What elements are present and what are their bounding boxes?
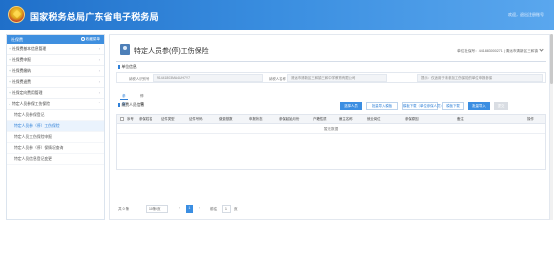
plus-icon: + (9, 58, 12, 62)
page-size-select[interactable]: 10条/页 (146, 205, 168, 213)
download-unit-template-button[interactable]: 模板下载（单位参保人员） (402, 102, 444, 110)
sidebar-item-label: 社保费申报 (12, 58, 31, 62)
col-header: 操作 (527, 117, 534, 121)
col-header: 证件类型 (161, 117, 175, 121)
sidebar-subitem[interactable]: 特定人员信息登记变更 (7, 154, 104, 165)
sidebar-subitem[interactable]: 特定人员参保登记 (7, 110, 104, 121)
sidebar-item-label: 社保定向费用管理 (12, 91, 43, 95)
sidebar-item-label: 社保费基本信息管理 (12, 47, 47, 51)
chevron-right-icon: › (98, 69, 100, 73)
plus-icon: + (9, 80, 12, 84)
tab-stop[interactable]: 停保 (138, 92, 146, 106)
tip-field: 提示：仅适用于未参加工伤保险的单位申报参保 (417, 74, 543, 82)
site-title: 国家税务总局广东省电子税务局 (30, 12, 159, 22)
sidebar-item[interactable]: + 社保定向费用管理 › (7, 88, 104, 99)
user-greeting-link[interactable]: 欢迎，退出注册账号 (508, 12, 544, 18)
select-person-button[interactable]: 选择人员 (340, 102, 362, 110)
chevron-right-icon: › (98, 47, 100, 51)
section-payer-list: 缴费人员信息 (118, 103, 145, 108)
page-title: 特定人员参(停)工伤保险 (134, 48, 209, 55)
chevron-right-icon: › (98, 91, 100, 95)
sidebar-item-label: 社保费缴纳 (12, 69, 31, 73)
col-header: 备注 (457, 117, 464, 121)
taxpayer-id-label: 纳税人识别号 (129, 77, 150, 81)
plus-icon: + (9, 91, 12, 95)
chevron-right-icon: › (98, 80, 100, 84)
chevron-down-icon: ˇ (98, 102, 100, 106)
section-unit-info: 单位信息 (118, 65, 137, 70)
sidebar-item-label: 特定人员参保工伤保险 (12, 102, 50, 106)
total-count: 共 0 条 (118, 207, 130, 211)
submit-button[interactable]: 提交 (494, 102, 508, 110)
batch-import-button[interactable]: 批量导入 (468, 102, 490, 110)
col-header: 参保原因 (405, 117, 419, 121)
plus-icon: + (9, 47, 12, 51)
plus-icon: + (9, 69, 12, 73)
pagination: 共 0 条 10条/页 ‹ 1 › 前往 1 页 (116, 205, 546, 215)
sidebar-item[interactable]: + 社保费基本信息管理 › (7, 44, 104, 55)
col-header: 证件号码 (189, 117, 203, 121)
sidebar-subitem[interactable]: 特定人员工伤保险申报 (7, 132, 104, 143)
payer-table: 序号 参保姓名 证件类型 证件号码 缴费基数 申报状态 参保起始月份 户籍性质 … (116, 114, 546, 170)
divider (116, 61, 546, 62)
sidebar-item[interactable]: + 社保费缴纳 › (7, 66, 104, 77)
col-header: 申报状态 (249, 117, 263, 121)
tab-enroll[interactable]: 参保 (120, 92, 128, 106)
chevron-right-icon: › (98, 58, 100, 62)
minus-icon: - (9, 102, 11, 106)
favorite-menu-button[interactable]: 收藏菜单 (80, 35, 100, 44)
col-header: 雇主名称 (339, 117, 353, 121)
col-header: 序号 (127, 117, 134, 121)
col-header: 参保姓名 (139, 117, 153, 121)
sidebar-item-label: 社保费退费 (12, 80, 31, 84)
chevron-down-icon (539, 47, 544, 52)
scrollbar-thumb[interactable] (550, 34, 553, 84)
taxpayer-id-field: 91441803MA4UH7Y7 (153, 74, 263, 82)
top-header: 国家税务总局广东省电子税务局 欢迎，退出注册账号 (0, 0, 554, 30)
sidebar-item[interactable]: + 社保费退费 › (7, 77, 104, 88)
taxpayer-name-label: 纳税人名称 (269, 77, 286, 81)
star-icon (80, 37, 85, 41)
batch-import-template-button[interactable]: 批量导入模板 (366, 102, 398, 110)
col-header: 就业岗位 (367, 117, 381, 121)
unit-value: 441883000271 | 清远市清新区三和镇 (478, 49, 538, 53)
empty-message: 暂无数据 (117, 124, 545, 134)
col-header: 参保起始月份 (279, 117, 300, 121)
sidebar-item-expanded[interactable]: - 特定人员参保工伤保险 ˇ (7, 99, 104, 110)
next-page-button[interactable]: › (196, 205, 203, 213)
table-header: 序号 参保姓名 证件类型 证件号码 缴费基数 申报状态 参保起始月份 户籍性质 … (117, 115, 545, 124)
sidebar-header: 社保费 收藏菜单 (7, 35, 104, 44)
page-scrollbar[interactable] (550, 34, 553, 220)
unit-selector[interactable]: 单位社保号：441883000271 | 清远市清新区三和镇 (457, 47, 544, 54)
page-suffix: 页 (234, 207, 238, 211)
prev-page-button[interactable]: ‹ (176, 205, 183, 213)
goto-label: 前往 (210, 207, 218, 211)
sidebar-subitem[interactable]: 特定人员参（停）保情况查询 (7, 143, 104, 154)
unit-label: 单位社保号： (457, 49, 479, 53)
unit-info-form: 纳税人识别号 91441803MA4UH7Y7 纳税人名称 清远市清新区三和镇三… (116, 72, 546, 83)
goto-page-input[interactable]: 1 (222, 205, 231, 213)
favorite-menu-label: 收藏菜单 (85, 37, 100, 41)
main-panel: 特定人员参(停)工伤保险 单位社保号：441883000271 | 清远市清新区… (109, 34, 550, 220)
sidebar: 社保费 收藏菜单 + 社保费基本信息管理 › + 社保费申报 › + 社保费缴纳 › + 社保… (6, 34, 105, 220)
page-button[interactable]: 1 (186, 205, 193, 213)
col-header: 缴费基数 (219, 117, 233, 121)
sidebar-title: 社保费 (11, 37, 23, 42)
tax-emblem-icon (8, 6, 25, 23)
sidebar-item[interactable]: + 社保费申报 › (7, 55, 104, 66)
person-card-icon (120, 44, 130, 55)
download-template-button[interactable]: 模板下载 (442, 102, 464, 110)
sidebar-subitem-active[interactable]: 特定人员参（停）工伤保险 (7, 121, 104, 132)
taxpayer-name-field: 清远市清新区三和镇三和中学教育有限公司 (287, 74, 387, 82)
select-all-checkbox[interactable] (120, 117, 124, 121)
col-header: 户籍性质 (313, 117, 327, 121)
